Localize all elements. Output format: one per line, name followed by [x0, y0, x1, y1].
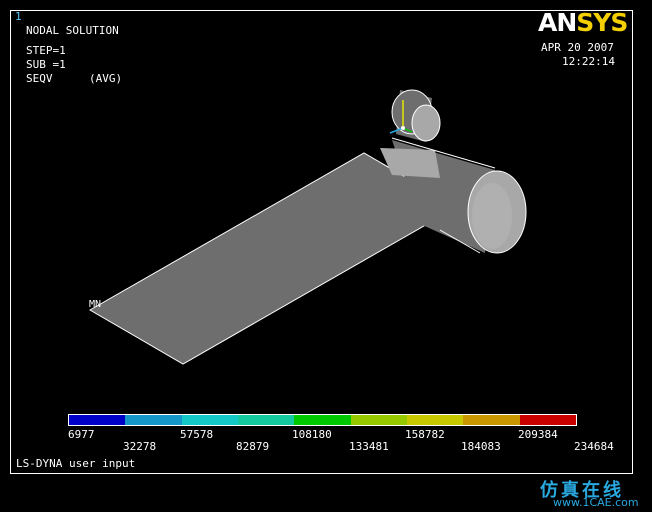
small-cylinder-end	[411, 104, 441, 142]
tube-end-shade	[472, 183, 512, 249]
legend-band-8	[463, 415, 520, 425]
legend-band-3	[181, 415, 238, 425]
legend-value: 234684	[574, 440, 614, 453]
legend-band-4	[237, 415, 295, 425]
legend-value: 57578	[180, 428, 214, 441]
legend-band-6	[350, 415, 407, 425]
plate-shell	[88, 152, 459, 365]
triad-origin	[401, 126, 405, 130]
legend-value: 184083	[461, 440, 501, 453]
legend-value: 158782	[405, 428, 445, 441]
legend-band-7	[406, 415, 464, 425]
legend-value: 32278	[123, 440, 157, 453]
legend-band-2	[125, 415, 182, 425]
legend-band-1	[69, 415, 126, 425]
watermark-url: www.1CAE.com	[553, 496, 639, 509]
legend-value: 133481	[349, 440, 389, 453]
legend-value: 108180	[292, 428, 332, 441]
legend-value: 6977	[68, 428, 95, 441]
legend-value: 209384	[518, 428, 558, 441]
status-line: LS-DYNA user input	[16, 457, 136, 470]
contour-legend-bar	[68, 414, 577, 426]
min-marker: MN	[89, 299, 102, 310]
legend-value: 82879	[236, 440, 270, 453]
legend-band-9	[519, 415, 576, 425]
legend-band-5	[294, 415, 351, 425]
